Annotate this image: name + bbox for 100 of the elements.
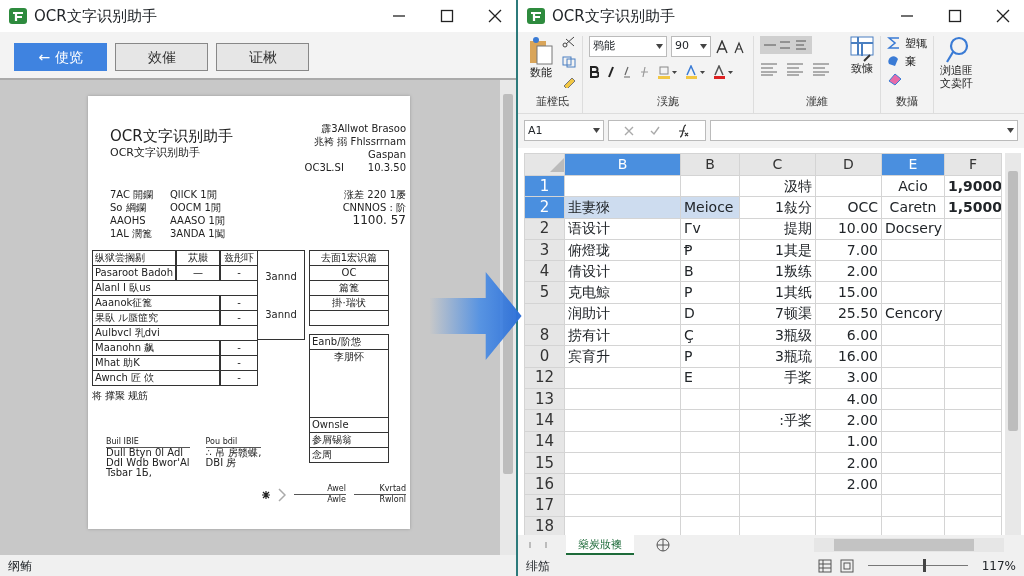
font-name-field[interactable]: 鸦能 <box>589 36 667 57</box>
italic-icon[interactable] <box>607 66 615 78</box>
row-header[interactable]: 0 <box>524 345 565 368</box>
table-cell: 3瓶琉 <box>739 345 816 368</box>
align-left-icon[interactable] <box>760 62 778 76</box>
text-color-icon[interactable] <box>713 65 733 79</box>
vertical-scrollbar[interactable] <box>500 80 516 555</box>
row-header[interactable]: 15 <box>524 452 565 474</box>
form-cell: - <box>220 266 258 281</box>
row-header[interactable]: 2 <box>524 218 565 240</box>
form-cell: 去面1宏识篇 <box>309 251 389 266</box>
row-header[interactable]: 16 <box>524 473 565 495</box>
form-cell: 纵狱尝搁剔 <box>92 251 176 266</box>
row-header[interactable]: 4 <box>524 260 565 282</box>
toolbar-button[interactable]: 效催 <box>115 43 208 71</box>
check-icon[interactable] <box>650 125 660 136</box>
signature-text: Dull Btyn 0l Adl <box>106 448 185 458</box>
row-header[interactable]: 12 <box>524 367 565 389</box>
table-cell: 2.00 <box>815 260 882 282</box>
table-cell: :乎桨 <box>739 409 816 432</box>
strikethrough-icon[interactable] <box>639 66 649 78</box>
row-header[interactable]: 14 <box>524 431 565 453</box>
underline-icon[interactable] <box>623 66 631 78</box>
wrap-text-icon[interactable] <box>760 36 812 54</box>
table-cell: Caretn <box>881 196 945 219</box>
zoom-slider-thumb[interactable] <box>922 559 926 572</box>
clipboard-icon[interactable] <box>528 36 554 66</box>
search-icon[interactable] <box>944 36 969 64</box>
dropdown-caret-icon[interactable] <box>593 128 600 134</box>
dropdown-caret-icon[interactable] <box>1007 128 1014 134</box>
font-grow-icon[interactable] <box>715 39 729 54</box>
cancel-icon[interactable] <box>624 125 634 136</box>
form-cell: - <box>220 311 258 326</box>
toolbar-button[interactable]: 证楸 <box>216 43 309 71</box>
column-header[interactable]: D <box>815 153 882 176</box>
close-icon[interactable] <box>996 9 1010 23</box>
toolbar-button[interactable]: ← 使览 <box>14 43 107 71</box>
row-header[interactable]: 14 <box>524 409 565 432</box>
font-color-icon[interactable] <box>685 65 705 79</box>
form-cell: Aulbvcl 乳dvi <box>92 326 258 341</box>
remark-text: 将 撑聚 规筋 <box>92 389 150 402</box>
dropdown-caret-icon[interactable] <box>656 44 663 49</box>
sheet-tab[interactable]: 燊炭妝襖 <box>566 535 634 555</box>
name-box-value: A1 <box>528 122 543 139</box>
table-cell: 1,5000 <box>944 196 1002 219</box>
scissors-icon[interactable] <box>562 36 576 48</box>
reference-label: OC3L.SI <box>304 161 344 174</box>
column-header[interactable]: B <box>680 153 740 176</box>
bold-icon[interactable] <box>589 66 599 78</box>
horizontal-scrollbar[interactable] <box>814 538 1004 552</box>
vertical-scrollbar[interactable] <box>1005 153 1021 535</box>
add-sheet-icon[interactable] <box>656 538 670 552</box>
formula-input-field[interactable] <box>710 120 1018 142</box>
find-select-button[interactable]: 浏追匪 文卖阡 <box>940 64 973 90</box>
status-text: 绯笳 <box>526 557 550 575</box>
dropdown-caret-icon[interactable] <box>700 44 707 49</box>
copy-icon[interactable] <box>562 56 576 68</box>
align-right-icon[interactable] <box>812 62 830 76</box>
table-cell: 1其纸 <box>739 282 816 304</box>
font-size-field[interactable]: 90 <box>671 36 711 57</box>
form-cell: Awnch 匠 佽 <box>92 371 220 386</box>
name-box[interactable]: A1 <box>524 120 604 142</box>
table-chart-icon[interactable] <box>850 36 874 62</box>
table-cell: 润助计 <box>564 303 681 325</box>
table-cell: 1叛练 <box>739 260 816 282</box>
table-cell: Cencory <box>881 303 945 325</box>
editing-button[interactable]: 塑辄 <box>905 36 927 50</box>
row-header[interactable]: 3 <box>524 239 565 261</box>
function-icon[interactable] <box>676 123 690 138</box>
form-cell: 掛·瑞状 <box>309 296 389 311</box>
row-header[interactable]: 13 <box>524 388 565 410</box>
row-header[interactable]: 8 <box>524 324 565 346</box>
maximize-icon[interactable] <box>948 9 962 23</box>
form-cell: Aaanok征篦 <box>92 296 220 311</box>
fill-down-icon[interactable] <box>887 54 901 68</box>
document-subtitle: OCR文字识别助手 <box>110 146 201 159</box>
table-cell: 2.00 <box>815 473 882 495</box>
form-cell: - <box>220 296 258 311</box>
row-header[interactable]: 17 <box>524 494 565 517</box>
column-header[interactable]: C <box>739 153 816 176</box>
editing-button[interactable]: 棄 <box>905 54 916 68</box>
info-text: CNNNOS : 阶 <box>342 201 406 214</box>
close-icon[interactable] <box>488 9 502 23</box>
form-cell: Eanb/阶怹 <box>309 335 389 350</box>
paste-button[interactable]: 数能 <box>530 66 552 79</box>
align-center-icon[interactable] <box>786 62 804 76</box>
table-cell: Docsery <box>881 218 945 240</box>
fill-color-icon[interactable] <box>657 65 677 79</box>
signature-text: DBI 房 <box>205 458 237 468</box>
brush-icon[interactable] <box>562 76 576 88</box>
row-header[interactable]: 5 <box>524 282 565 304</box>
form-cell: Alanl I 臥us <box>92 281 258 296</box>
column-header[interactable]: F <box>944 153 1002 176</box>
normal-view-icon[interactable] <box>817 558 832 573</box>
sum-icon[interactable] <box>887 36 901 50</box>
maximize-icon[interactable] <box>440 9 454 23</box>
eraser-icon[interactable] <box>887 72 903 86</box>
table-cell: E <box>680 367 740 389</box>
page-layout-icon[interactable] <box>839 558 854 573</box>
insert-button[interactable]: 致慷 <box>851 62 873 75</box>
